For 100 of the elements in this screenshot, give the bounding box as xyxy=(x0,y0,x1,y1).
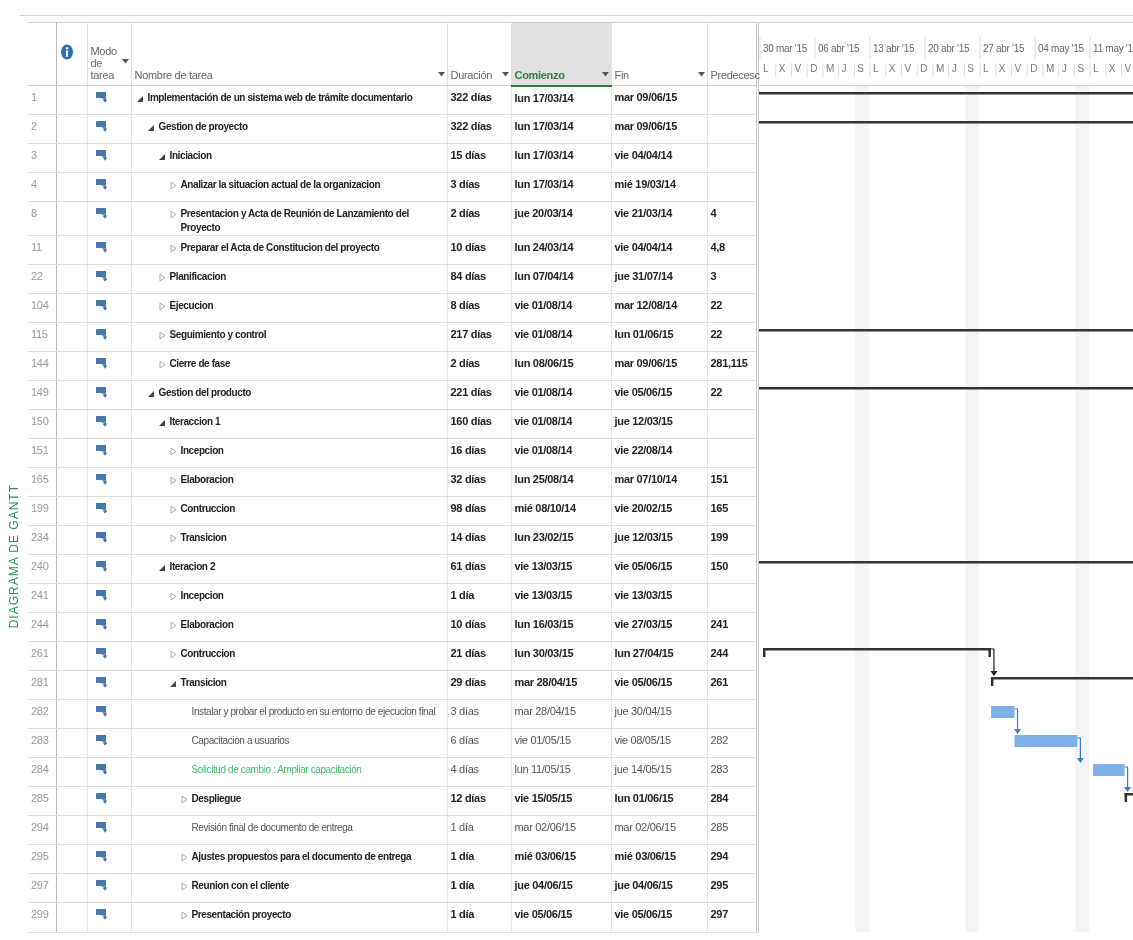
predecessor-cell: 294 xyxy=(707,844,757,874)
task-mode-icon xyxy=(95,763,109,777)
row-number[interactable]: 104 xyxy=(28,293,56,323)
row-number[interactable]: 4 xyxy=(28,172,56,202)
outline-triangle-icon[interactable] xyxy=(169,210,177,220)
dropdown-icon[interactable] xyxy=(601,71,609,77)
filled-triangle-icon[interactable] xyxy=(147,389,155,399)
summary-bar[interactable] xyxy=(990,677,1133,686)
task-mode-icon xyxy=(95,705,109,719)
row-number[interactable]: 199 xyxy=(28,496,56,526)
outline-triangle-icon[interactable] xyxy=(169,650,177,660)
row-number[interactable]: 294 xyxy=(28,815,56,845)
task-mode-icon xyxy=(95,386,109,400)
finish-date-cell: vie 22/08/14 xyxy=(611,438,707,468)
row-number[interactable]: 234 xyxy=(28,525,56,555)
column-header[interactable]: Fin xyxy=(614,69,629,81)
row-number[interactable]: 8 xyxy=(28,201,56,236)
row-number[interactable]: 241 xyxy=(28,583,56,613)
outline-triangle-icon[interactable] xyxy=(169,476,177,486)
row-number[interactable]: 2 xyxy=(28,114,56,144)
duration-cell: 3 días xyxy=(447,699,511,729)
row-number[interactable]: 299 xyxy=(28,902,56,932)
row-number[interactable]: 144 xyxy=(28,351,56,381)
outline-triangle-icon[interactable] xyxy=(169,244,177,254)
task-mode-icon xyxy=(95,734,109,748)
outline-triangle-icon[interactable] xyxy=(180,911,188,921)
column-header[interactable]: Duración xyxy=(450,69,493,81)
outline-triangle-icon[interactable] xyxy=(169,505,177,515)
row-number[interactable]: 261 xyxy=(28,641,56,671)
week-label: 04 may '15 xyxy=(1037,43,1084,54)
start-date-cell: lun 23/02/15 xyxy=(511,525,611,555)
row-number[interactable]: 11 xyxy=(28,235,56,265)
row-number[interactable]: 281 xyxy=(28,670,56,700)
row-number[interactable]: 240 xyxy=(28,554,56,584)
row-number[interactable]: 165 xyxy=(28,467,56,497)
day-label: J xyxy=(1061,63,1066,74)
row-number[interactable]: 284 xyxy=(28,757,56,787)
task-mode-icon xyxy=(95,299,109,313)
duration-cell: 6 días xyxy=(447,728,511,758)
outline-triangle-icon[interactable] xyxy=(180,882,188,892)
summary-bar[interactable] xyxy=(762,648,991,657)
outline-triangle-icon[interactable] xyxy=(158,360,166,370)
task-bar[interactable] xyxy=(1092,764,1125,776)
outline-triangle-icon[interactable] xyxy=(169,592,177,602)
row-number[interactable]: 115 xyxy=(28,322,56,352)
outline-triangle-icon[interactable] xyxy=(169,181,177,191)
duration-cell: 16 días xyxy=(447,438,511,468)
outline-triangle-icon[interactable] xyxy=(169,447,177,457)
start-date-cell: lun 24/03/14 xyxy=(511,235,611,265)
outline-triangle-icon[interactable] xyxy=(180,853,188,863)
duration-cell: 1 día xyxy=(447,844,511,874)
dropdown-icon[interactable] xyxy=(697,72,705,77)
row-number[interactable]: 22 xyxy=(28,264,56,294)
task-name: Ajustes propuestos para el documento de entrega xyxy=(191,850,412,865)
column-header[interactable]: Comienzo xyxy=(514,68,565,81)
predecessor-cell: 165 xyxy=(707,496,757,526)
row-number[interactable]: 149 xyxy=(28,380,56,410)
start-date-cell: lun 07/04/14 xyxy=(511,264,611,294)
dropdown-icon[interactable] xyxy=(121,58,129,64)
row-number[interactable]: 151 xyxy=(28,438,56,468)
task-name: Iteraccion 1 xyxy=(169,415,221,430)
filled-triangle-icon[interactable] xyxy=(158,152,166,162)
task-bar[interactable] xyxy=(990,706,1014,718)
duration-cell: 1 día xyxy=(447,873,511,903)
outline-triangle-icon[interactable] xyxy=(158,302,166,312)
row-number[interactable]: 150 xyxy=(28,409,56,439)
day-label: M xyxy=(1045,63,1054,74)
filled-triangle-icon[interactable] xyxy=(158,563,166,573)
column-header[interactable]: Nombre de tarea xyxy=(134,69,213,81)
filled-triangle-icon[interactable] xyxy=(158,418,166,428)
column-header[interactable]: Predecesc xyxy=(710,69,760,81)
filled-triangle-icon[interactable] xyxy=(147,123,155,132)
dropdown-icon[interactable] xyxy=(437,72,445,77)
row-number[interactable]: 282 xyxy=(28,699,56,729)
row-number[interactable]: 244 xyxy=(28,612,56,642)
outline-triangle-icon[interactable] xyxy=(180,795,188,805)
row-number[interactable]: 295 xyxy=(28,844,56,874)
dropdown-icon[interactable] xyxy=(501,72,509,77)
row-number[interactable]: 3 xyxy=(28,143,56,173)
row-number[interactable]: 297 xyxy=(28,873,56,903)
row-number[interactable]: 1 xyxy=(28,85,56,115)
filled-triangle-icon[interactable] xyxy=(136,94,144,103)
summary-bar[interactable] xyxy=(1124,793,1133,802)
row-number[interactable]: 283 xyxy=(28,728,56,758)
outline-triangle-icon[interactable] xyxy=(158,273,166,283)
finish-date-cell: lun 27/04/15 xyxy=(611,641,707,671)
finish-date-cell: jue 04/06/15 xyxy=(611,873,707,903)
duration-cell: 217 días xyxy=(447,322,511,352)
outline-triangle-icon[interactable] xyxy=(169,621,177,631)
outline-triangle-icon[interactable] xyxy=(158,331,166,341)
day-label: S xyxy=(966,63,974,74)
task-name: Instalar y probar el producto en su entorno de ejecucion final xyxy=(191,705,436,720)
filled-triangle-icon[interactable] xyxy=(169,679,177,689)
duration-cell: 8 días xyxy=(447,293,511,323)
task-name: Capacitacion a usuarios xyxy=(191,734,290,749)
finish-date-cell: mar 09/06/15 xyxy=(611,351,707,381)
outline-triangle-icon[interactable] xyxy=(169,534,177,544)
row-number[interactable]: 285 xyxy=(28,786,56,816)
task-mode-icon xyxy=(95,908,109,922)
task-mode-icon xyxy=(95,560,109,574)
